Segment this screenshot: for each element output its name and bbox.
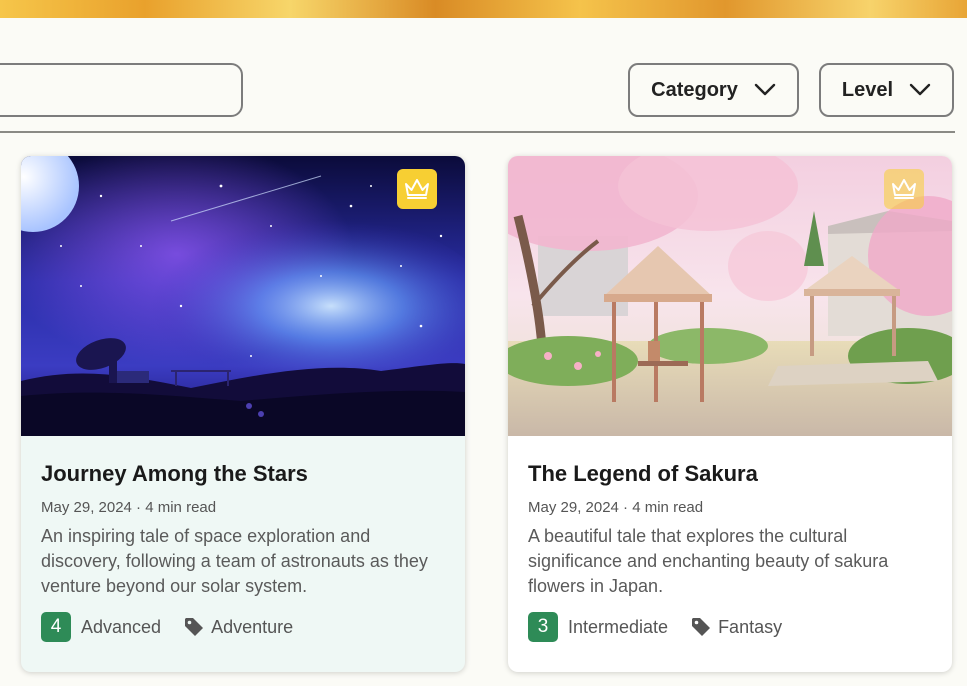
level-dropdown[interactable]: Level [819, 63, 954, 117]
premium-badge [397, 169, 437, 209]
level-name: Intermediate [568, 616, 669, 637]
tag-icon [690, 616, 712, 638]
card-description: An inspiring tale of space exploration a… [41, 526, 428, 596]
level-dropdown-label: Level [841, 78, 894, 101]
card-image-space[interactable] [21, 156, 465, 436]
search-input[interactable] [0, 63, 243, 117]
card-title[interactable]: The Legend of Sakura [528, 461, 932, 487]
card-title[interactable]: Journey Among the Stars [41, 461, 445, 487]
category-dropdown-label: Category [651, 78, 738, 101]
filter-divider [0, 131, 955, 133]
crown-icon [403, 177, 431, 201]
top-banner-image [0, 0, 967, 18]
level-name: Advanced [81, 616, 162, 637]
level-number-badge: 4 [41, 612, 71, 642]
level-number-badge: 3 [528, 612, 558, 642]
tag-name: Fantasy [718, 616, 783, 637]
tag-icon [183, 616, 205, 638]
chevron-down-icon [754, 83, 776, 97]
premium-badge [884, 169, 924, 209]
story-card[interactable]: The Legend of Sakura May 29, 2024 · 4 mi… [508, 156, 952, 672]
story-card[interactable]: Journey Among the Stars May 29, 2024 · 4… [21, 156, 465, 672]
chevron-down-icon [909, 83, 931, 97]
crown-icon [890, 177, 918, 201]
card-meta: May 29, 2024 · 4 min read [41, 499, 217, 516]
card-meta: May 29, 2024 · 4 min read [528, 499, 704, 516]
category-dropdown[interactable]: Category [628, 63, 799, 117]
tag-name: Adventure [211, 616, 294, 637]
card-image-sakura[interactable] [508, 156, 952, 436]
card-description: A beautiful tale that explores the cultu… [528, 526, 889, 596]
